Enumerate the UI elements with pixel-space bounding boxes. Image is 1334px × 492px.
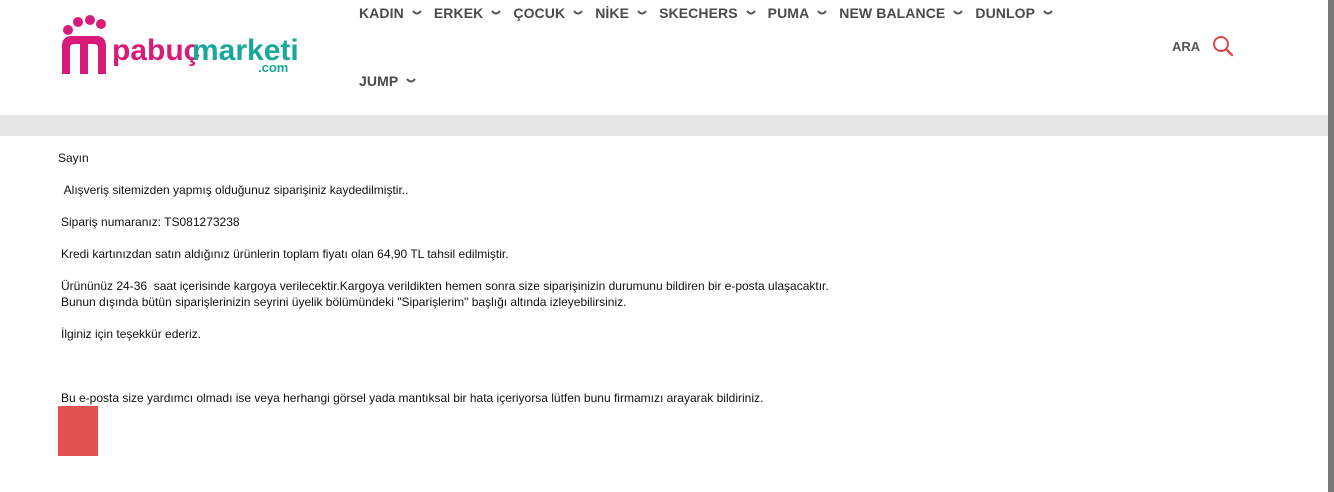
tracking-text: Bunun dışında bütün siparişlerinizin sey… (61, 295, 627, 309)
nav-item-label: DUNLOP (975, 5, 1036, 21)
shipping-text: Ürününüz 24-36 saat içerisinde kargoya v… (61, 279, 829, 293)
header-divider-bar (0, 115, 1328, 136)
nav-row-1: KADIN ERKEK ÇOCUK NİKE SKECHERS PUMA NEW BALAN… (359, 0, 1119, 26)
chevron-down-icon (817, 10, 828, 15)
nav-item-label: NİKE (595, 5, 630, 21)
nav-item-ni̇ke[interactable]: NİKE (595, 5, 647, 21)
nav-item-label: KADIN (359, 5, 404, 21)
nav-item-skechers[interactable]: SKECHERS (659, 5, 756, 21)
search-label: ARA (1172, 38, 1201, 54)
nav-row-2: JUMP (359, 68, 1119, 94)
chevron-down-icon (637, 10, 647, 15)
chevron-down-icon (491, 10, 502, 15)
greeting: Sayın (58, 151, 89, 165)
chevron-down-icon (745, 10, 756, 15)
scrollbar[interactable] (1328, 0, 1334, 492)
main-nav: KADIN ERKEK ÇOCUK NİKE SKECHERS PUMA NEW BALAN… (359, 0, 1119, 94)
chevron-down-icon (412, 10, 422, 15)
nav-item-puma[interactable]: PUMA (768, 5, 828, 21)
nav-item-dunlop[interactable]: DUNLOP (975, 5, 1053, 21)
scroll-to-top-button[interactable] (58, 406, 98, 456)
nav-item-label: NEW BALANCE (839, 5, 946, 21)
chevron-down-icon (953, 10, 964, 15)
logo-text-sub: .com (258, 60, 288, 75)
nav-item-erkek[interactable]: ERKEK (434, 5, 502, 21)
payment-text: Kredi kartınızdan satın aldığınız ürünle… (61, 247, 509, 261)
footer-note: Bu e-posta size yardımcı olmadı ise veya… (61, 391, 764, 405)
search-button[interactable]: ARA (1172, 35, 1234, 57)
order-number-text: Sipariş numaranız: TS081273238 (61, 215, 240, 229)
nav-item-label: SKECHERS (659, 5, 738, 21)
site-logo[interactable]: pabuç marketi .com (58, 14, 308, 80)
thanks-text: İlginiz için teşekkür ederiz. (61, 327, 202, 341)
nav-item-çocuk[interactable]: ÇOCUK (513, 5, 583, 21)
nav-item-label: ERKEK (433, 5, 484, 21)
chevron-down-icon (406, 78, 417, 83)
logo-mark: pabuç marketi .com (62, 15, 299, 75)
nav-item-kadin[interactable]: KADIN (359, 5, 422, 21)
logo-text-main-left: pabuç (112, 34, 200, 67)
nav-item-label: PUMA (767, 5, 810, 21)
nav-item-label: ÇOCUK (513, 5, 566, 21)
chevron-down-icon (573, 10, 583, 15)
search-icon (1213, 36, 1234, 57)
chevron-down-icon (1043, 10, 1053, 15)
site-header: pabuç marketi .com KADIN ERKEK ÇOCUK NİKE SK… (0, 0, 1334, 115)
nav-item-label: JUMP (359, 73, 399, 89)
nav-item-jump[interactable]: JUMP (359, 73, 417, 89)
nav-item-new-balance[interactable]: NEW BALANCE (839, 5, 964, 21)
order-saved-text: Alışveriş sitemizden yapmış olduğunuz si… (61, 183, 409, 197)
